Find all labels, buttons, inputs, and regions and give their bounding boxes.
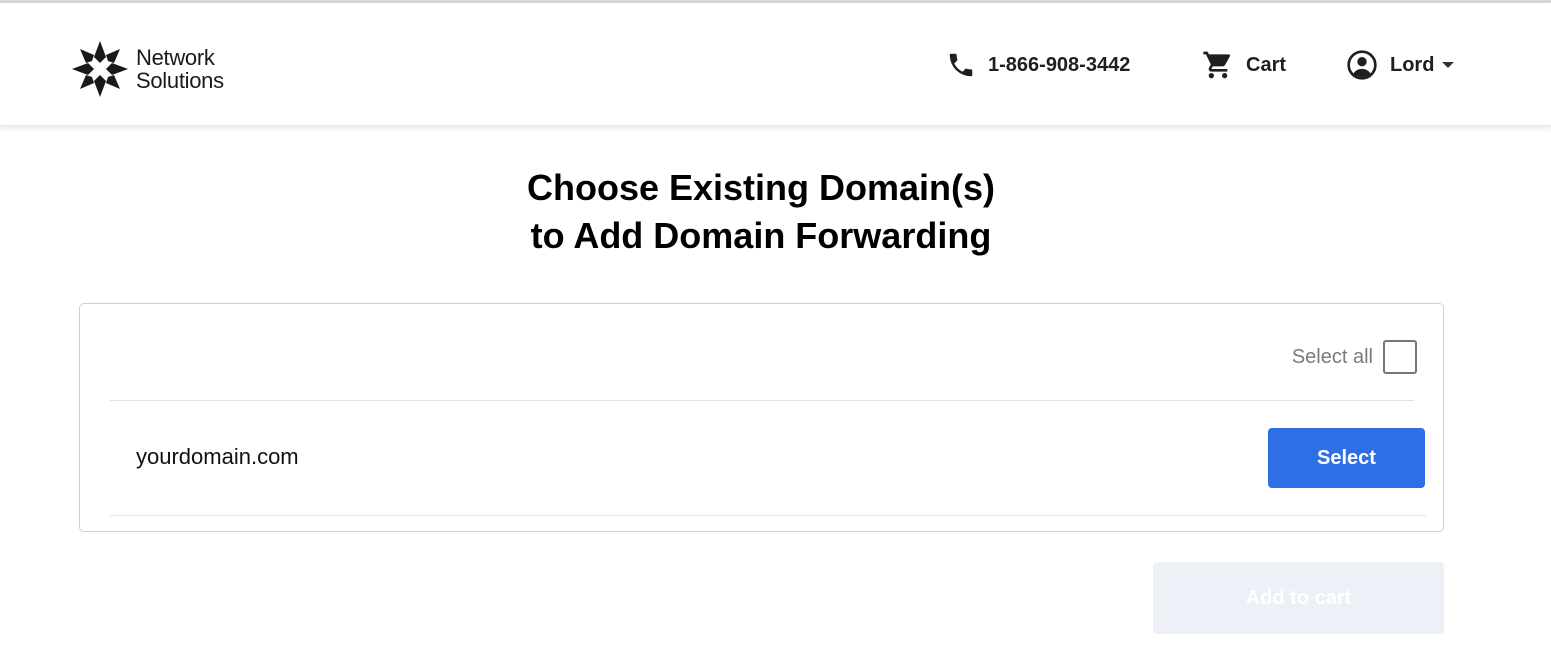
page-title-line-1: Choose Existing Domain(s) (526, 167, 996, 208)
cart-link[interactable]: Cart (1202, 48, 1286, 82)
user-circle-icon (1347, 50, 1377, 80)
phone-link[interactable]: 1-866-908-3442 (946, 48, 1130, 82)
domain-name: yourdomain.com (136, 444, 299, 469)
select-domain-button[interactable]: Select (1268, 428, 1425, 488)
logo-text: Network Solutions (136, 46, 224, 92)
account-menu[interactable]: Lord (1346, 48, 1455, 82)
phone-icon (949, 53, 973, 77)
phone-number: 1-866-908-3442 (988, 53, 1131, 76)
select-all-checkbox[interactable] (1383, 340, 1417, 374)
divider (110, 515, 1426, 516)
page-title: Choose Existing Domain(s) to Add Domain … (0, 164, 1522, 260)
site-header: Network Solutions 1-866-908-3442 Cart Lo… (0, 3, 1551, 126)
select-all-label: Select all (1291, 345, 1373, 368)
chevron-down-icon (1442, 62, 1455, 68)
network-solutions-logo[interactable]: Network Solutions (70, 39, 224, 99)
logo-line-2: Solutions (136, 68, 224, 93)
cart-label: Cart (1246, 53, 1287, 76)
cart-icon (1203, 51, 1231, 79)
logo-mark-icon (72, 41, 128, 97)
add-to-cart-button[interactable]: Add to cart (1153, 562, 1444, 634)
account-name: Lord (1390, 53, 1435, 76)
domain-list-panel: Select all yourdomain.com Select (79, 303, 1444, 532)
divider (110, 400, 1414, 401)
page-title-line-2: to Add Domain Forwarding (530, 215, 992, 256)
logo-line-1: Network (136, 45, 215, 70)
select-all-control[interactable]: Select all (1292, 340, 1417, 374)
